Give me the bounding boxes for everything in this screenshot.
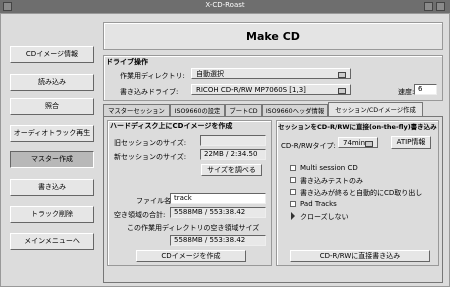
dropdown-icon [365, 141, 373, 147]
speed-label: 速度: [398, 88, 415, 96]
pad-tracks-label: Pad Tracks [300, 200, 337, 208]
cd-type-label: CD-R/RWタイプ: [281, 142, 336, 150]
auto-eject-checkbox[interactable] [290, 189, 296, 195]
old-session-field [200, 135, 266, 146]
header-panel: Make CD [103, 22, 443, 50]
sidebar-item-main-menu[interactable]: メインメニューへ [10, 233, 94, 250]
dropdown-icon [338, 72, 346, 78]
image-create-title: ハードディスク上にCDイメージを作成 [110, 122, 233, 130]
speed-value: 6 [418, 85, 423, 93]
speed-spinner[interactable]: 6 [414, 84, 437, 95]
drive-group-label: ドライブ操作 [106, 58, 148, 66]
new-session-label: 新セッションのサイズ: [114, 153, 187, 161]
write-on-the-fly-button[interactable]: CD-R/RWに直接書き込み [290, 250, 430, 262]
cd-type-select[interactable]: 74min [338, 137, 378, 148]
old-session-label: 旧セッションのサイズ: [114, 139, 187, 147]
writer-select[interactable]: RICOH CD-R/RW MP7060S [1,3] [191, 84, 351, 95]
new-session-field: 22MB / 2:34.50 [200, 149, 266, 160]
sidebar-item-play-audio[interactable]: オーディオトラック再生 [10, 125, 94, 142]
sidebar-item-delete-tracks[interactable]: トラック削除 [10, 206, 94, 223]
workdir-label: 作業用ディレクトリ: [120, 72, 185, 80]
no-close-label: クローズしない [300, 213, 349, 221]
sidebar-item-master[interactable]: マスター作成 [10, 151, 94, 168]
writer-label: 書き込みドライブ: [120, 88, 179, 96]
free-total-label: 空き領域の合計: [114, 211, 166, 219]
free-dir-field: 5588MB / 553:38.42 [170, 235, 266, 246]
sidebar-item-image-info[interactable]: CDイメージ情報 [10, 46, 94, 63]
sidebar-item-write[interactable]: 書き込み [10, 179, 94, 196]
on-the-fly-title: セッションをCD-R/RWに直接(on-the-fly)書き込み [278, 123, 437, 131]
test-write-checkbox[interactable] [290, 177, 296, 183]
workdir-select[interactable]: 自動選択 [191, 68, 351, 79]
title-bar: X-CD-Roast [0, 0, 450, 13]
filename-label: ファイル名 [136, 197, 171, 205]
tab-boot-cd[interactable]: ブートCD [225, 104, 262, 116]
no-close-toggle-icon[interactable] [291, 212, 295, 220]
minimize-icon[interactable] [424, 2, 433, 11]
free-dir-label: この作業用ディレクトリの空き領域サイズ [127, 224, 260, 232]
calc-size-button[interactable]: サイズを調べる [201, 164, 262, 176]
page-title: Make CD [246, 30, 300, 43]
tab-iso9660-header[interactable]: ISO9660ヘッダ情報 [262, 104, 328, 116]
atip-info-button[interactable]: ATIP情報 [391, 136, 431, 149]
multisession-label: Multi session CD [300, 164, 358, 172]
pad-tracks-checkbox[interactable] [290, 201, 296, 207]
window-title: X-CD-Roast [205, 1, 245, 9]
workdir-value: 自動選択 [196, 69, 224, 78]
multisession-checkbox[interactable] [290, 165, 296, 171]
dropdown-icon [338, 88, 346, 94]
auto-eject-label: 書き込みが終ると自動的にCD取り出し [300, 189, 423, 197]
free-total-field: 5588MB / 553:38.42 [170, 207, 266, 218]
tab-iso9660-settings[interactable]: ISO9660の設定 [170, 104, 225, 116]
test-write-label: 書き込みテストのみ [300, 177, 363, 185]
cd-type-value: 74min [343, 138, 366, 147]
filename-input[interactable]: track [170, 193, 266, 204]
writer-value: RICOH CD-R/RW MP7060S [1,3] [196, 85, 306, 94]
close-icon[interactable] [436, 2, 445, 11]
create-image-button[interactable]: CDイメージを作成 [136, 250, 246, 262]
sidebar-item-verify[interactable]: 照合 [10, 98, 94, 115]
tab-master-session[interactable]: マスターセッション [103, 104, 170, 116]
tab-session-image[interactable]: セッション/CDイメージ作成 [328, 102, 423, 116]
sidebar-item-read[interactable]: 読み込み [10, 74, 94, 91]
